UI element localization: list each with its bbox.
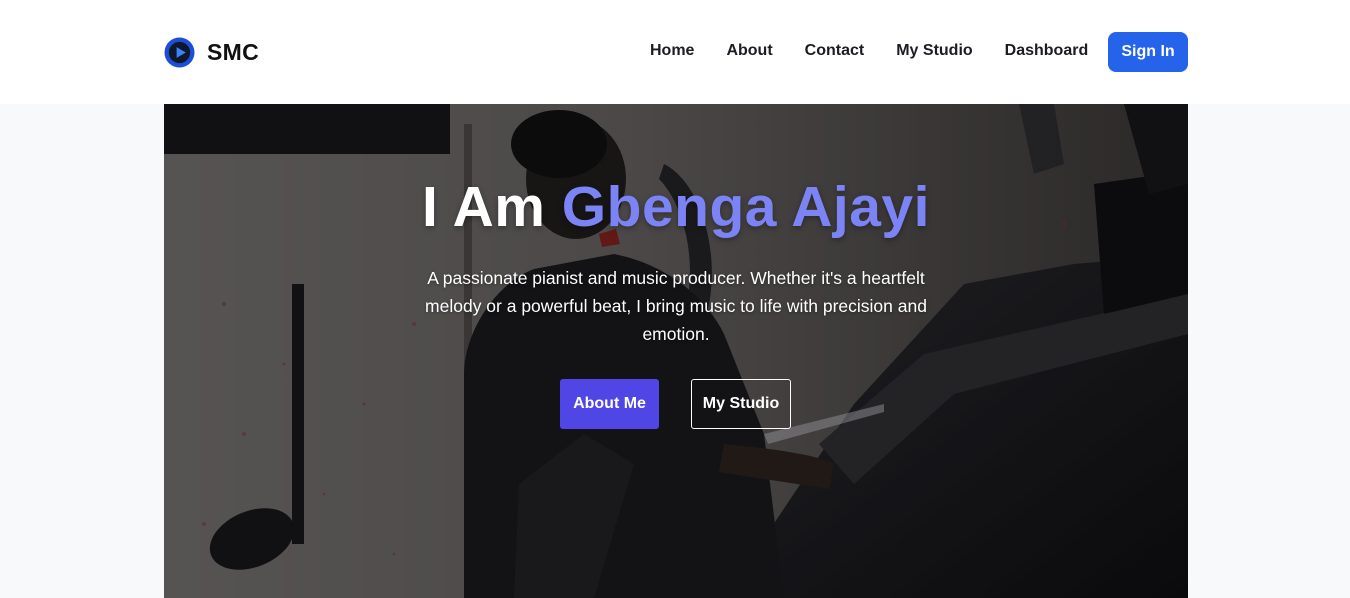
about-me-button[interactable]: About Me [560, 379, 659, 429]
nav-contact-link[interactable]: Contact [805, 42, 865, 60]
nav-about-link[interactable]: About [726, 42, 772, 60]
nav-dashboard-link[interactable]: Dashboard [1005, 42, 1089, 60]
sign-in-button[interactable]: Sign In [1108, 32, 1188, 72]
nav-home-link[interactable]: Home [650, 42, 694, 60]
brand-logo-link[interactable]: SMC [164, 36, 259, 68]
navbar: SMC Home About Contact My Studio Dashboa… [0, 0, 1350, 104]
hero-title-prefix: I Am [422, 175, 562, 239]
my-studio-button[interactable]: My Studio [691, 379, 791, 429]
hero-description: A passionate pianist and music producer.… [425, 268, 927, 344]
nav-my-studio-link[interactable]: My Studio [896, 42, 972, 60]
hero-title: I Am Gbenga Ajayi [164, 174, 1188, 240]
hero-title-name: Gbenga Ajayi [561, 175, 930, 239]
main-nav: Home About Contact My Studio Dashboard [650, 42, 1088, 60]
brand-name: SMC [207, 38, 260, 65]
hero-section: I Am Gbenga Ajayi A passionate pianist a… [164, 104, 1188, 598]
play-circle-icon [164, 36, 195, 68]
